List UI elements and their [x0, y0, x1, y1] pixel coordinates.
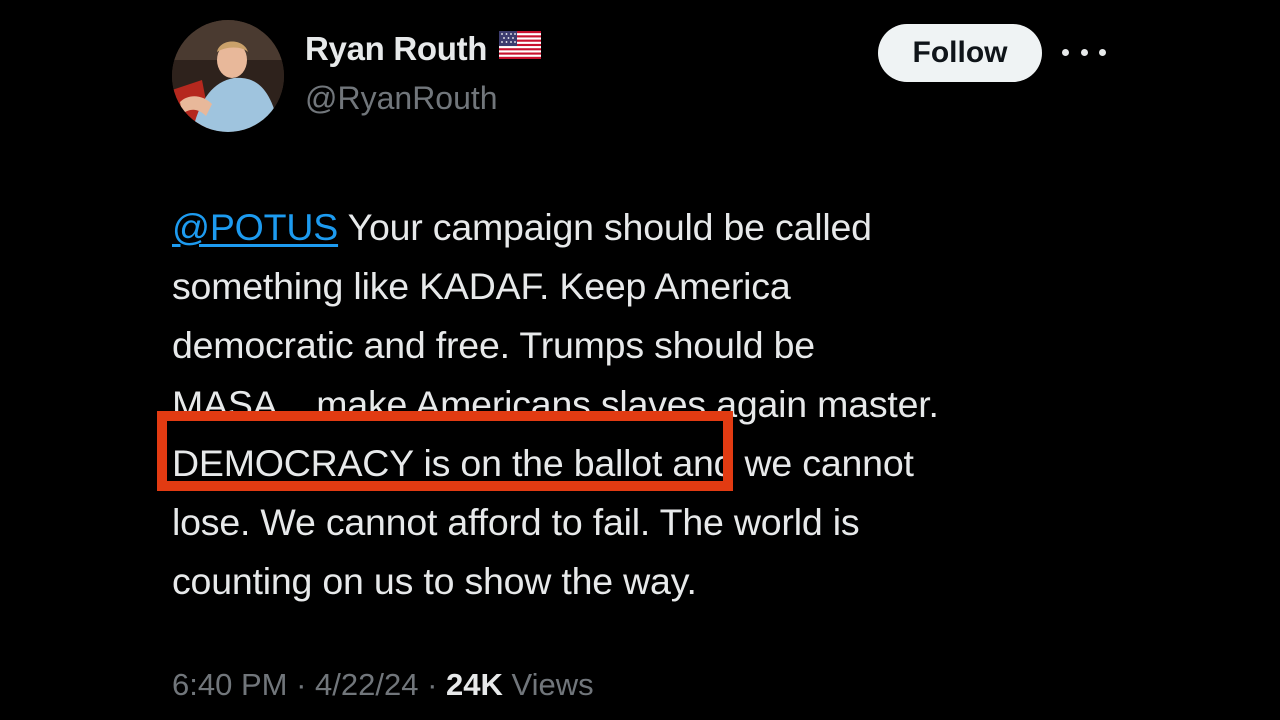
- meta-separator: ·: [418, 667, 447, 702]
- tweet-line: democratic and free. Trumps should be: [172, 324, 815, 366]
- follow-button[interactable]: Follow: [878, 24, 1042, 82]
- views-label: Views: [511, 667, 594, 702]
- tweet-meta: 6:40 PM · 4/22/24 · 24K Views: [172, 667, 594, 703]
- tweet-time[interactable]: 6:40 PM: [172, 667, 287, 702]
- author-display-name[interactable]: Ryan Routh: [305, 29, 542, 68]
- tweet-text: @POTUS Your campaign should be called so…: [172, 198, 1072, 611]
- mention-link[interactable]: @POTUS: [172, 206, 338, 248]
- more-dot: [1099, 48, 1106, 56]
- more-dot: [1080, 48, 1088, 56]
- views-count: 24K: [446, 667, 503, 702]
- tweet-line-text: Your campaign should be called: [338, 206, 872, 248]
- tweet-line: counting on us to show the way.: [172, 560, 697, 602]
- meta-separator: ·: [287, 667, 316, 702]
- tweet-line: something like KADAF. Keep America: [172, 265, 791, 307]
- us-flag-icon: [499, 29, 542, 67]
- tweet-line: @POTUS Your campaign should be called: [172, 198, 1072, 257]
- more-options-icon[interactable]: [1062, 34, 1106, 70]
- tweet-date[interactable]: 4/22/24: [315, 667, 418, 702]
- display-name-text: Ryan Routh: [305, 30, 488, 67]
- tweet-line: lose. We cannot afford to fail. The worl…: [172, 501, 860, 543]
- tweet-line: DEMOCRACY is on the ballot and we cannot: [172, 442, 914, 484]
- more-dot: [1062, 48, 1069, 56]
- author-handle[interactable]: @RyanRouth: [305, 80, 498, 117]
- avatar[interactable]: [172, 20, 284, 132]
- tweet-line: MASA ...make Americans slaves again mast…: [172, 383, 939, 425]
